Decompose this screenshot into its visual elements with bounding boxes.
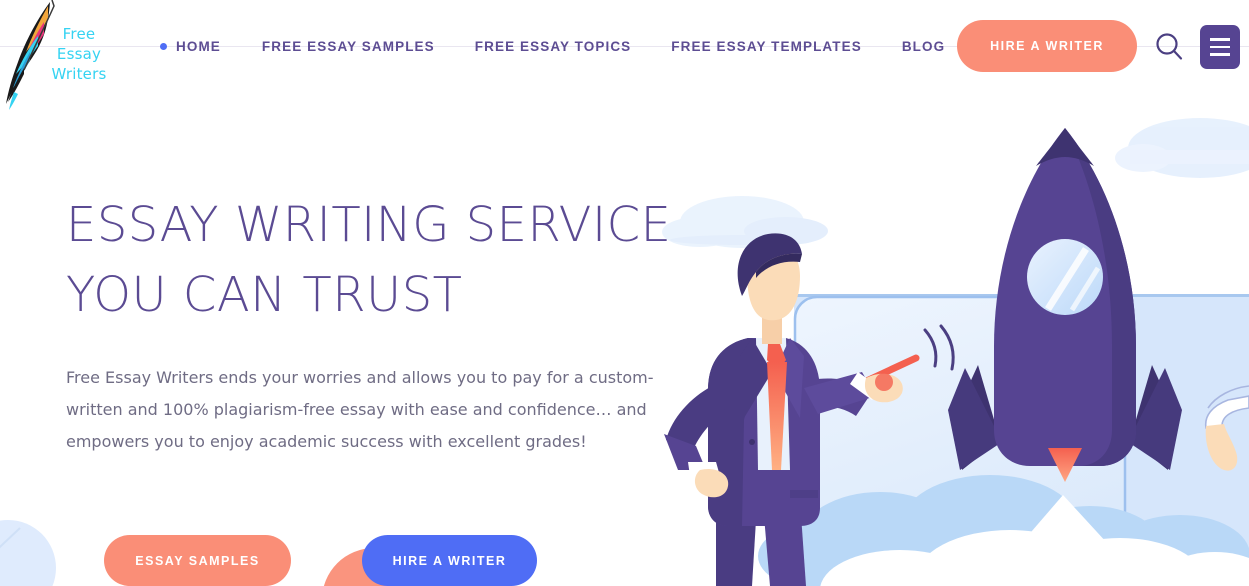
hero-title-line-2: YOU CAN TRUST: [66, 267, 463, 323]
nav-label-blog: BLOG: [901, 38, 946, 54]
hire-a-writer-button[interactable]: HIRE A WRITER: [362, 535, 537, 586]
site-logo[interactable]: Free Essay Writers: [4, 0, 106, 110]
nav-label-free-essay-templates: FREE ESSAY TEMPLATES: [671, 38, 862, 54]
nav-item-free-essay-samples[interactable]: FREE ESSAY SAMPLES: [262, 39, 435, 54]
hero-title-line-1: ESSAY WRITING SERVICE: [66, 197, 672, 253]
logo-wordmark: Free Essay Writers: [50, 24, 108, 84]
nav-item-free-essay-topics[interactable]: FREE ESSAY TOPICS: [475, 39, 632, 54]
hero-cta-group: ESSAY SAMPLES HIRE A WRITER: [104, 535, 537, 586]
page-title: ESSAY WRITING SERVICE YOU CAN TRUST: [66, 190, 706, 330]
main-navigation: HOME FREE ESSAY SAMPLES FREE ESSAY TOPIC…: [160, 32, 985, 60]
hamburger-line-3: [1210, 53, 1230, 56]
hamburger-line-1: [1210, 38, 1230, 41]
logo-line-1: Free: [62, 25, 96, 43]
essay-samples-button[interactable]: ESSAY SAMPLES: [104, 535, 291, 586]
nav-item-blog[interactable]: BLOG: [902, 39, 945, 54]
search-button[interactable]: [1153, 30, 1186, 63]
nav-item-free-essay-templates[interactable]: FREE ESSAY TEMPLATES: [671, 39, 862, 54]
logo-line-3: Writers: [51, 65, 107, 83]
landing-page: Free Essay Writers HOME FREE ESSAY SAMPL…: [0, 0, 1249, 586]
active-indicator-dot: [160, 42, 167, 50]
nav-item-home[interactable]: HOME: [160, 39, 221, 54]
header-hire-a-writer-button[interactable]: HIRE A WRITER: [957, 20, 1137, 72]
hero-description: Free Essay Writers ends your worries and…: [66, 368, 654, 451]
nav-label-home: HOME: [176, 38, 221, 54]
hamburger-menu-button[interactable]: [1200, 25, 1240, 69]
site-header: Free Essay Writers HOME FREE ESSAY SAMPL…: [0, 0, 1249, 110]
search-icon: [1156, 33, 1183, 60]
nav-label-free-essay-topics: FREE ESSAY TOPICS: [474, 38, 632, 54]
nav-label-free-essay-samples: FREE ESSAY SAMPLES: [261, 38, 435, 54]
hamburger-line-2: [1210, 45, 1230, 49]
logo-line-2: Essay: [56, 45, 102, 63]
